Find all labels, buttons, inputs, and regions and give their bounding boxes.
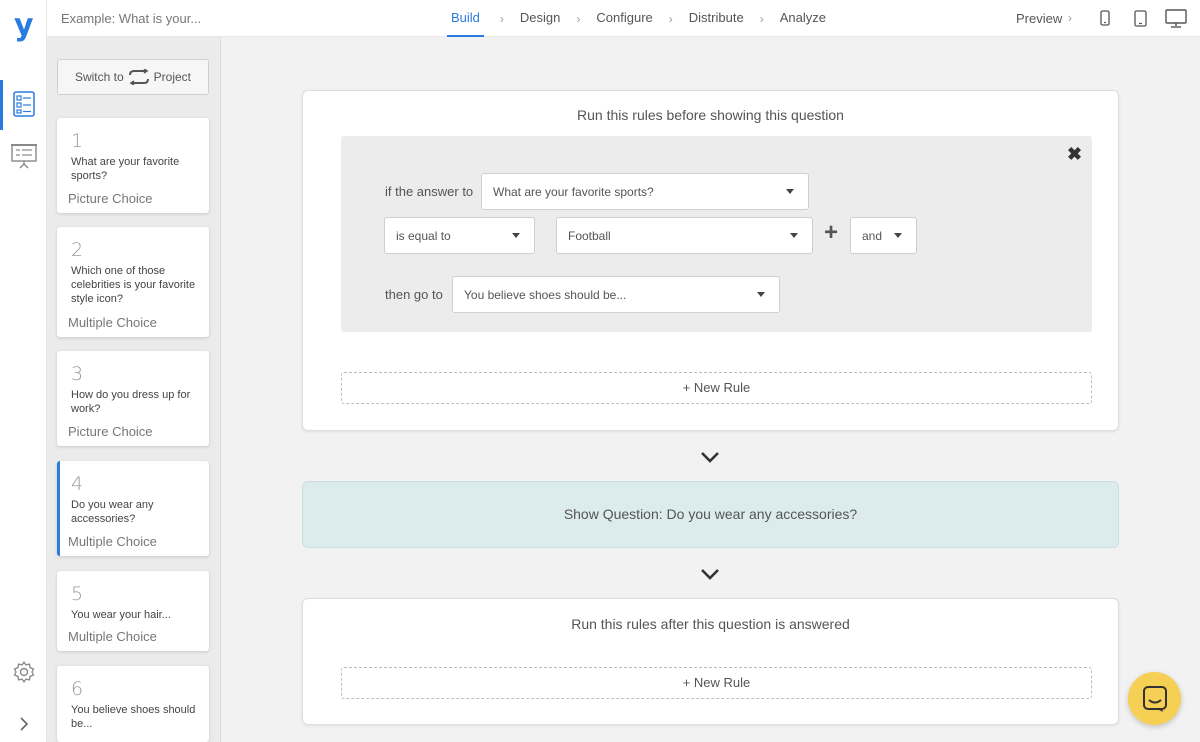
- phone-icon[interactable]: [1098, 8, 1112, 28]
- value-select-value: Football: [568, 228, 611, 243]
- preview-button[interactable]: Preview: [1016, 11, 1062, 26]
- question-card-5[interactable]: 5 You wear your hair... Multiple Choice: [57, 571, 209, 651]
- question-number: 1: [71, 130, 84, 152]
- target-select[interactable]: You believe shoes should be...: [452, 276, 780, 313]
- checklist-icon[interactable]: [11, 90, 37, 118]
- workflow-steps: Build › Design › Configure › Distribute …: [447, 0, 826, 37]
- question-card-6[interactable]: 6 You believe shoes should be...: [57, 666, 209, 742]
- new-rule-button[interactable]: + New Rule: [341, 372, 1092, 404]
- question-select-value: What are your favorite sports?: [493, 184, 654, 199]
- presentation-icon[interactable]: [11, 142, 37, 170]
- step-configure[interactable]: Configure: [596, 0, 652, 37]
- chevron-right-icon: ›: [668, 11, 673, 26]
- question-number: 2: [71, 239, 84, 261]
- new-rule-button[interactable]: + New Rule: [341, 667, 1092, 699]
- caret-down-icon: [790, 233, 798, 238]
- question-select[interactable]: What are your favorite sports?: [481, 173, 809, 210]
- question-type: Picture Choice: [68, 424, 153, 439]
- before-rules-title: Run this rules before showing this quest…: [577, 107, 844, 123]
- chevron-down-icon: [701, 452, 719, 463]
- step-design[interactable]: Design: [520, 0, 560, 37]
- after-rules-title: Run this rules after this question is an…: [571, 616, 850, 632]
- close-icon[interactable]: ✖: [1067, 144, 1082, 165]
- question-card-2[interactable]: 2 Which one of those celebrities is your…: [57, 227, 209, 337]
- if-label: if the answer to: [385, 184, 474, 199]
- question-type: Multiple Choice: [68, 315, 157, 330]
- question-type: Multiple Choice: [68, 534, 157, 549]
- conjunction-select-value: and: [862, 228, 883, 243]
- value-select[interactable]: Football: [556, 217, 813, 254]
- question-text: What are your favorite sports?: [71, 156, 180, 182]
- chevron-right-icon: ›: [1068, 11, 1072, 25]
- operator-select-value: is equal to: [396, 228, 451, 243]
- caret-down-icon: [757, 292, 765, 297]
- question-list-panel: Switch to Project 1 What are your favori…: [47, 37, 221, 742]
- operator-select[interactable]: is equal to: [384, 217, 535, 254]
- step-distribute[interactable]: Distribute: [689, 0, 744, 37]
- target-select-value: You believe shoes should be...: [464, 287, 627, 302]
- after-rules-card: Run this rules after this question is an…: [302, 598, 1119, 725]
- question-number: 6: [71, 678, 84, 700]
- chevron-right-icon: ›: [576, 11, 581, 26]
- caret-down-icon: [512, 233, 520, 238]
- before-rules-card: Run this rules before showing this quest…: [302, 90, 1119, 431]
- caret-down-icon: [786, 189, 794, 194]
- chevron-down-icon: [701, 569, 719, 580]
- rule-box: ✖ if the answer to What are your favorit…: [341, 136, 1092, 332]
- app-logo[interactable]: y: [14, 8, 34, 43]
- gear-icon[interactable]: [11, 658, 37, 686]
- chevron-right-icon: ›: [759, 11, 764, 26]
- switch-prefix-label: Switch to: [74, 70, 124, 84]
- then-label: then go to: [385, 287, 443, 302]
- caret-down-icon: [894, 233, 902, 238]
- question-text: How do you dress up for work?: [71, 389, 191, 415]
- expand-chevron-icon[interactable]: [11, 710, 37, 738]
- question-text: You believe shoes should be...: [71, 704, 196, 730]
- switch-suffix-label: Project: [153, 70, 192, 84]
- question-text: You wear your hair...: [71, 609, 171, 621]
- question-text: Which one of those celebrities is your f…: [71, 265, 196, 305]
- left-rail: y: [0, 0, 47, 742]
- tablet-icon[interactable]: [1132, 8, 1148, 28]
- chevron-right-icon: ›: [499, 11, 504, 26]
- step-analyze[interactable]: Analyze: [780, 0, 826, 37]
- swap-arrows-icon: [128, 69, 149, 85]
- chat-button[interactable]: [1128, 672, 1181, 725]
- conjunction-select[interactable]: and: [850, 217, 917, 254]
- question-number: 5: [71, 583, 84, 605]
- survey-title[interactable]: Example: What is your...: [61, 11, 201, 26]
- question-card-3[interactable]: 3 How do you dress up for work? Picture …: [57, 351, 209, 446]
- step-build[interactable]: Build: [447, 0, 484, 37]
- switch-to-project-button[interactable]: Switch to Project: [57, 59, 209, 95]
- question-type: Multiple Choice: [68, 629, 157, 644]
- question-card-4[interactable]: 4 Do you wear any accessories? Multiple …: [57, 461, 209, 556]
- top-bar: Example: What is your... Build › Design …: [47, 0, 1200, 37]
- question-card-1[interactable]: 1 What are your favorite sports? Picture…: [57, 118, 209, 213]
- question-number: 4: [71, 473, 84, 495]
- chat-icon: [1142, 685, 1167, 712]
- question-type: Picture Choice: [68, 191, 153, 206]
- rail-active-indicator: [0, 80, 3, 130]
- desktop-icon[interactable]: [1164, 8, 1188, 28]
- add-condition-icon[interactable]: +: [824, 219, 838, 247]
- show-question-block[interactable]: Show Question: Do you wear any accessori…: [302, 481, 1119, 548]
- question-number: 3: [71, 363, 84, 385]
- question-text: Do you wear any accessories?: [71, 499, 154, 525]
